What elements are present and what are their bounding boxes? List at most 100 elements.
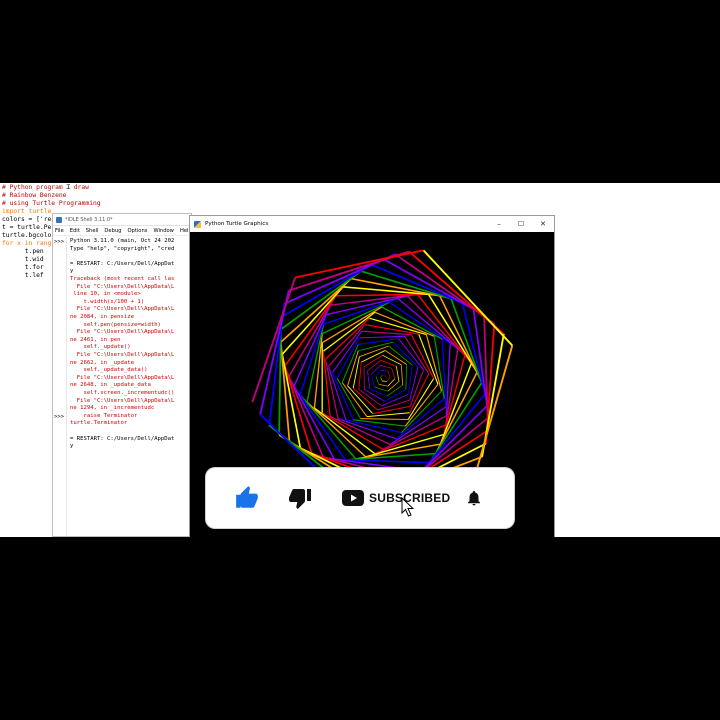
minimize-button[interactable]: – <box>488 216 510 232</box>
thumbs-down-icon <box>289 489 311 509</box>
bell-icon <box>468 490 480 506</box>
spiral-segment <box>382 354 402 366</box>
shell-line: File "C:\Users\Dell\AppData\L <box>70 306 175 313</box>
spiral-segment <box>359 335 405 339</box>
mouse-pointer-icon <box>401 497 415 517</box>
spiral-segment <box>407 365 413 395</box>
turtle-app-icon <box>194 220 201 228</box>
menu-item-file[interactable]: File <box>55 228 64 234</box>
editor-line: t.wid <box>2 256 44 263</box>
menu-item-options[interactable]: Options <box>127 228 147 234</box>
shell-line: File "C:\Users\Dell\AppData\L <box>70 374 175 381</box>
spiral-segment <box>387 371 391 378</box>
spiral-segment <box>360 418 409 421</box>
shell-line: ne 2461, in pen <box>70 336 121 343</box>
spiral-segment <box>405 364 408 390</box>
idle-titlebar[interactable]: *IDLE Shell 3.11.0* <box>53 214 191 226</box>
editor-line: colors = ['re <box>2 216 52 223</box>
turtle-titlebar[interactable]: Python Turtle Graphics – ☐ ✕ <box>190 216 554 232</box>
spiral-segment <box>335 293 429 297</box>
spiral-segment <box>381 394 409 407</box>
spiral-segment <box>336 377 361 419</box>
spiral-segment <box>299 394 357 460</box>
editor-line: t.for <box>2 264 44 271</box>
editor-line: t.pen <box>2 248 44 255</box>
spiral-segment <box>380 377 383 382</box>
dislike-button[interactable] <box>288 468 312 528</box>
spiral-segment <box>392 341 419 368</box>
spiral-segment <box>371 373 375 387</box>
spiral-segment <box>328 366 347 420</box>
thumbs-up-icon <box>236 486 258 508</box>
shell-line: turtle.Terminator <box>70 420 128 427</box>
spiral-segment <box>387 378 396 387</box>
shell-line: = RESTART: C:/Users/Dell/AppDat <box>70 260 175 267</box>
maximize-button[interactable]: ☐ <box>510 216 532 232</box>
notification-bell-button[interactable] <box>465 468 483 528</box>
spiral-segment <box>396 398 445 440</box>
spiral-segment <box>384 374 386 377</box>
youtube-play-icon <box>342 490 364 506</box>
editor-line: t = turtle.Pe <box>2 224 52 231</box>
letterbox-bottom <box>0 537 720 720</box>
shell-line: raise Terminator <box>70 412 138 419</box>
close-button[interactable]: ✕ <box>532 216 554 232</box>
spiral-segment <box>375 369 382 377</box>
shell-line: t.width(x/100 + 1) <box>70 298 145 305</box>
idle-app-icon <box>56 216 62 223</box>
spiral-segment <box>352 387 378 411</box>
shell-line: File "C:\Users\Dell\AppData\L <box>70 397 175 404</box>
shell-line: File "C:\Users\Dell\AppData\L <box>70 352 175 358</box>
idle-title: *IDLE Shell 3.11.0* <box>65 216 113 223</box>
shell-line: self._update_data() <box>70 367 148 374</box>
spiral-segment <box>374 386 388 392</box>
shell-line: Type "help", "copyright", "cred <box>70 245 175 252</box>
spiral-segment <box>380 374 383 378</box>
spiral-segment <box>398 338 424 371</box>
spiral-segment <box>364 324 419 335</box>
spiral-segment <box>380 369 388 372</box>
spiral-segment <box>367 370 371 389</box>
editor-line: for x in rang <box>2 240 52 247</box>
like-button[interactable] <box>234 468 260 528</box>
menu-item-edit[interactable]: Edit <box>70 228 80 234</box>
shell-line: Traceback (most recent call las <box>70 276 175 282</box>
shell-line: ne 1294, in _incrementudc <box>70 405 155 412</box>
subscribe-overlay: SUBSCRIBED <box>206 468 514 528</box>
shell-line: self.screen._incrementudc() <box>70 390 175 396</box>
spiral-segment <box>358 338 399 345</box>
spiral-segment <box>345 452 436 461</box>
idle-prompt-gutter: >>> >>> <box>53 237 67 536</box>
shell-line: y <box>70 443 74 450</box>
spiral-segment <box>322 351 331 417</box>
menu-item-debug[interactable]: Debug <box>104 228 121 234</box>
spiral-segment <box>380 364 392 369</box>
menu-item-window[interactable]: Window <box>153 228 173 234</box>
spiral-segment <box>378 383 388 387</box>
spiral-segment <box>386 384 403 397</box>
subscribe-button[interactable]: SUBSCRIBED <box>342 468 450 528</box>
editor-line: t.lef <box>2 272 44 279</box>
spiral-segment <box>306 324 325 403</box>
spiral-segment <box>326 295 408 316</box>
spiral-segment <box>375 376 380 385</box>
spiral-segment <box>400 364 404 386</box>
spiral-segment <box>395 366 400 382</box>
spiral-segment <box>341 382 368 417</box>
shell-line: Python 3.11.0 (main, Oct 24 202 <box>70 238 175 244</box>
shell-line: ne 2084, in pensize <box>70 314 134 320</box>
shell-prompt: >>> <box>54 239 65 245</box>
editor-line: # Python program Ɪ draw <box>2 184 89 191</box>
spiral-segment <box>367 359 382 372</box>
spiral-segment <box>352 356 360 389</box>
spiral-segment <box>404 336 430 374</box>
menu-item-shell[interactable]: Shell <box>86 228 99 234</box>
turtle-window-title: Python Turtle Graphics <box>205 221 269 227</box>
spiral-segment <box>425 334 443 392</box>
idle-menubar: File Edit Shell Debug Options Window Help <box>53 226 192 236</box>
idle-shell-window[interactable]: *IDLE Shell 3.11.0* File Edit Shell Debug Op… <box>52 213 192 537</box>
spiral-segment <box>391 368 396 379</box>
shell-line: self.pen(pensize=width) <box>70 321 161 328</box>
editor-line: import turtle <box>2 208 52 215</box>
spiral-segment <box>324 317 370 360</box>
